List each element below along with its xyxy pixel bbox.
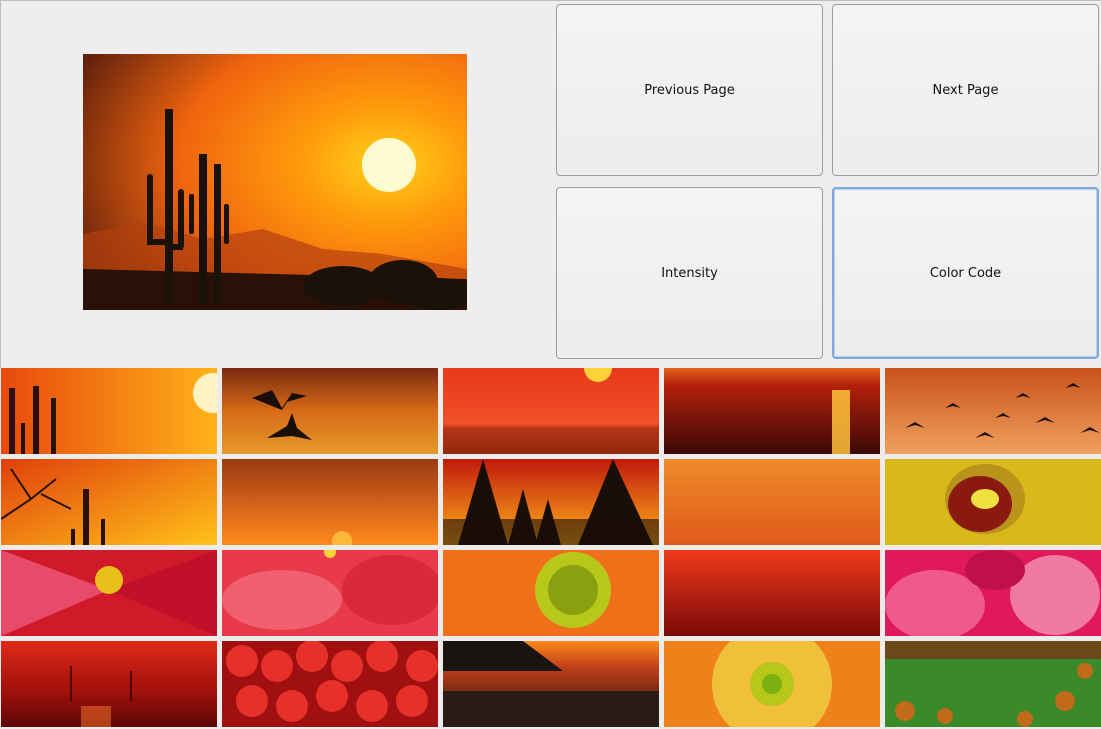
color-code-button[interactable]: Color Code bbox=[832, 187, 1099, 359]
color-code-label: Color Code bbox=[929, 265, 1002, 281]
thumbnail-red-gradient[interactable] bbox=[664, 550, 880, 636]
thumbnail-sea-sunset[interactable] bbox=[664, 368, 880, 454]
thumbnail-ocean-sun[interactable] bbox=[443, 368, 659, 454]
thumbnail-red-hibiscus[interactable] bbox=[1, 550, 217, 636]
thumbnail-cactus-sunset[interactable] bbox=[1, 368, 217, 454]
thumbnail-pink-petals[interactable] bbox=[222, 550, 438, 636]
thumbnail-pink-flower[interactable] bbox=[885, 550, 1101, 636]
previous-page-button[interactable]: Previous Page bbox=[556, 4, 823, 176]
thumbnail-beach-sunset[interactable] bbox=[443, 641, 659, 727]
next-page-label: Next Page bbox=[932, 82, 999, 98]
thumbnail-flying-cranes[interactable] bbox=[222, 368, 438, 454]
thumbnail-green-landscape[interactable] bbox=[885, 641, 1101, 727]
intensity-label: Intensity bbox=[661, 265, 718, 281]
next-page-button[interactable]: Next Page bbox=[832, 4, 1099, 176]
intensity-button[interactable]: Intensity bbox=[556, 187, 823, 359]
top-panel: Previous Page Next Page Intensity Color … bbox=[0, 0, 1101, 368]
previous-page-label: Previous Page bbox=[644, 82, 735, 98]
thumbnail-orange-flower[interactable] bbox=[443, 550, 659, 636]
thumbnail-red-berries[interactable] bbox=[222, 641, 438, 727]
thumbnail-yellow-daisy[interactable] bbox=[664, 641, 880, 727]
thumbnail-tree-branches-sunset[interactable] bbox=[1, 459, 217, 545]
thumbnail-bird-flock[interactable] bbox=[885, 368, 1101, 454]
thumbnail-yellow-hibiscus[interactable] bbox=[885, 459, 1101, 545]
thumbnail-pine-trees-sunset[interactable] bbox=[443, 459, 659, 545]
thumbnail-cloudy-sunset[interactable] bbox=[222, 459, 438, 545]
thumbnail-harbor-sunset[interactable] bbox=[1, 641, 217, 727]
thumbnail-grid bbox=[0, 368, 1101, 729]
thumbnail-orange-sky[interactable] bbox=[664, 459, 880, 545]
preview-image bbox=[83, 54, 467, 310]
